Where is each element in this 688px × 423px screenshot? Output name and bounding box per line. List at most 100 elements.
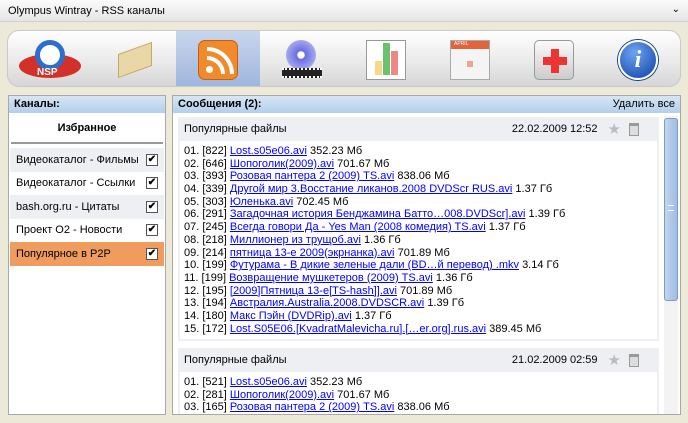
file-link[interactable]: Розовая пантера 2 (2009) TS.avi xyxy=(230,170,394,182)
star-icon[interactable]: ★ xyxy=(608,351,621,369)
chevron-down-icon[interactable]: ⌄ xyxy=(672,4,680,15)
file-size: 701.89 Мб xyxy=(400,284,453,297)
file-link[interactable]: Lost.S05E06.[KvadratMalevicha.ru].[…er.o… xyxy=(230,323,486,335)
file-line: 09. [214] пятница 13-е 2009(экрнанка).av… xyxy=(184,247,653,260)
file-line: 01. [822] Lost.s05e06.avi 352.23 Мб xyxy=(184,145,653,158)
scrollbar[interactable] xyxy=(664,116,678,414)
file-rank: 08. [218] xyxy=(184,233,227,246)
file-link[interactable]: Футурама - В дикие зеленые дали (BD…й пе… xyxy=(230,259,519,271)
video-button[interactable] xyxy=(260,31,344,86)
messages-title: Сообщения (2): xyxy=(178,98,262,110)
file-size: 352.23 Мб xyxy=(310,376,363,388)
channel-item[interactable]: Видеокаталог - Ссылки ✔ xyxy=(10,171,164,195)
file-line: 01. [521] Lost.s05e06.avi 352.23 Мб xyxy=(184,376,653,389)
scrollbar-thumb[interactable] xyxy=(664,118,678,301)
rss-button[interactable] xyxy=(176,31,260,86)
message-card: Популярные файлы 21.02.2009 02:59 ★ 01. [52… xyxy=(178,348,659,414)
file-rank: 11. [199] xyxy=(184,271,226,284)
file-link[interactable]: Розовая пантера 2 (2009) TS.avi xyxy=(230,401,394,413)
first-aid-kit-icon xyxy=(534,39,574,80)
channel-checkbox[interactable]: ✔ xyxy=(146,177,158,190)
file-rank: 07. [245] xyxy=(184,221,227,234)
calendar-button[interactable]: APRIL xyxy=(428,31,512,86)
file-size: 701.89 Мб xyxy=(397,246,450,259)
olympus-logo-button[interactable]: NSP xyxy=(8,31,92,86)
file-line: 02. [646] Шопоголик(2009).avi 701.67 Мб xyxy=(184,158,653,171)
message-date: 21.02.2009 02:59 xyxy=(511,354,598,366)
file-size: 1.36 Гб xyxy=(363,233,401,246)
file-size: 701.67 Мб xyxy=(337,157,390,170)
file-rank: 06. [291] xyxy=(184,208,227,221)
mail-button[interactable] xyxy=(92,31,176,86)
file-link[interactable]: Lost.s05e06.avi xyxy=(230,145,307,157)
file-rank: 12. [195] xyxy=(184,284,227,297)
file-link[interactable]: Всегда говори Да - Yes Man (2008 комедия… xyxy=(230,221,486,233)
file-line: 06. [291] Загадочная история Бенджамина … xyxy=(184,208,653,221)
message-title: Популярные файлы xyxy=(184,354,287,366)
statistics-button[interactable] xyxy=(344,31,428,86)
toolbar: NSP APRIL i xyxy=(7,30,681,87)
channel-checkbox[interactable]: ✔ xyxy=(146,247,158,260)
message-body: 01. [822] Lost.s05e06.avi 352.23 Мб 02. [… xyxy=(180,141,657,340)
file-line: 11. [199] Возвращение мушкетеров (2009) … xyxy=(184,272,653,285)
file-link[interactable]: Макс Пэйн (DVDRip).avi xyxy=(230,310,352,322)
file-size: 838.06 Мб xyxy=(397,401,450,414)
file-rank: 02. [646] xyxy=(184,157,227,170)
message-card: Популярные файлы 22.02.2009 12:52 ★ 01. [82… xyxy=(178,117,659,342)
file-link[interactable]: Австралия.Australia.2008.DVDSCR.avi xyxy=(230,297,424,309)
messages-header: Сообщения (2): Удалить все xyxy=(173,96,680,113)
message-title: Популярные файлы xyxy=(184,123,287,135)
info-button[interactable]: i xyxy=(596,31,680,86)
file-line: 02. [281] Шопоголик(2009).avi 701.67 Мб xyxy=(184,389,653,402)
file-link[interactable]: Шопоголик(2009).avi xyxy=(230,158,334,170)
file-rank: 09. [214] xyxy=(184,246,227,259)
title-bar: Olympus Wintray - RSS каналы ⌄ xyxy=(0,0,688,22)
file-link[interactable]: [2009]Пятница 13-е[TS-hash]].avi xyxy=(230,285,397,297)
file-link[interactable]: пятница 13-е 2009(экрнанка).avi xyxy=(230,247,395,259)
delete-all-button[interactable]: Удалить все xyxy=(613,98,675,111)
message-body: 01. [521] Lost.s05e06.avi 352.23 Мб 02. [… xyxy=(180,372,657,414)
file-rank: 15. [172] xyxy=(184,322,227,335)
file-line: 12. [195] [2009]Пятница 13-е[TS-hash]].a… xyxy=(184,285,653,298)
file-line: 04. [339] Другой мир 3.Восстание ликанов… xyxy=(184,183,653,196)
calendar-icon: APRIL xyxy=(450,39,490,80)
channel-checkbox[interactable]: ✔ xyxy=(146,224,158,237)
info-icon: i xyxy=(618,39,658,80)
file-size: 3.14 Гб xyxy=(522,259,559,272)
trash-icon[interactable] xyxy=(629,353,639,367)
message-header: Популярные файлы 22.02.2009 12:52 ★ xyxy=(178,117,659,141)
file-rank: 03. [165] xyxy=(184,401,227,414)
file-link[interactable]: Шопоголик(2009).avi xyxy=(230,389,334,401)
file-rank: 01. [521] xyxy=(184,376,227,388)
file-size: 702.45 Мб xyxy=(296,195,349,208)
message-header: Популярные файлы 21.02.2009 02:59 ★ xyxy=(178,348,659,372)
star-icon[interactable]: ★ xyxy=(608,120,621,138)
first-aid-button[interactable] xyxy=(512,31,596,86)
channel-item[interactable]: bash.org.ru - Цитаты ✔ xyxy=(10,195,164,219)
channel-checkbox[interactable]: ✔ xyxy=(146,153,158,166)
file-size: 838.06 Мб xyxy=(397,170,450,183)
file-size: 352.23 Мб xyxy=(310,145,363,157)
file-link[interactable]: Загадочная история Бенджамина Батто…008.… xyxy=(230,208,526,220)
envelope-icon xyxy=(114,40,154,80)
channel-item[interactable]: Проект O2 - Новости ✔ xyxy=(10,218,164,242)
file-size: 1.37 Гб xyxy=(515,183,553,196)
channel-item-selected[interactable]: Популярное в P2P ✔ xyxy=(10,242,164,266)
window-title: Olympus Wintray - RSS каналы xyxy=(8,5,165,17)
file-link[interactable]: Юленька.avi xyxy=(230,196,293,208)
file-line: 05. [303] Юленька.avi 702.45 Мб xyxy=(184,196,653,209)
channel-checkbox[interactable]: ✔ xyxy=(146,200,158,213)
channels-header: Каналы: xyxy=(9,96,165,113)
channel-item[interactable]: Видеокаталог - Фильмы ✔ xyxy=(10,148,164,172)
file-link[interactable]: Другой мир 3.Восстание ликанов.2008 DVDS… xyxy=(230,183,512,195)
file-line: 03. [165] Розовая пантера 2 (2009) TS.av… xyxy=(184,401,653,414)
file-link[interactable]: Миллионер из трущоб.avi xyxy=(230,234,361,246)
favorites-heading[interactable]: Избранное xyxy=(11,113,163,144)
file-line: 10. [199] Футурама - В дикие зеленые дал… xyxy=(184,259,653,272)
file-link[interactable]: Lost.s05e06.avi xyxy=(230,376,307,388)
file-rank: 01. [822] xyxy=(184,145,227,157)
trash-icon[interactable] xyxy=(629,122,639,136)
file-link[interactable]: Возвращение мушкетеров (2009) TS.avi xyxy=(229,272,433,284)
message-date: 22.02.2009 12:52 xyxy=(511,123,598,135)
file-rank: 13. [194] xyxy=(184,297,227,310)
